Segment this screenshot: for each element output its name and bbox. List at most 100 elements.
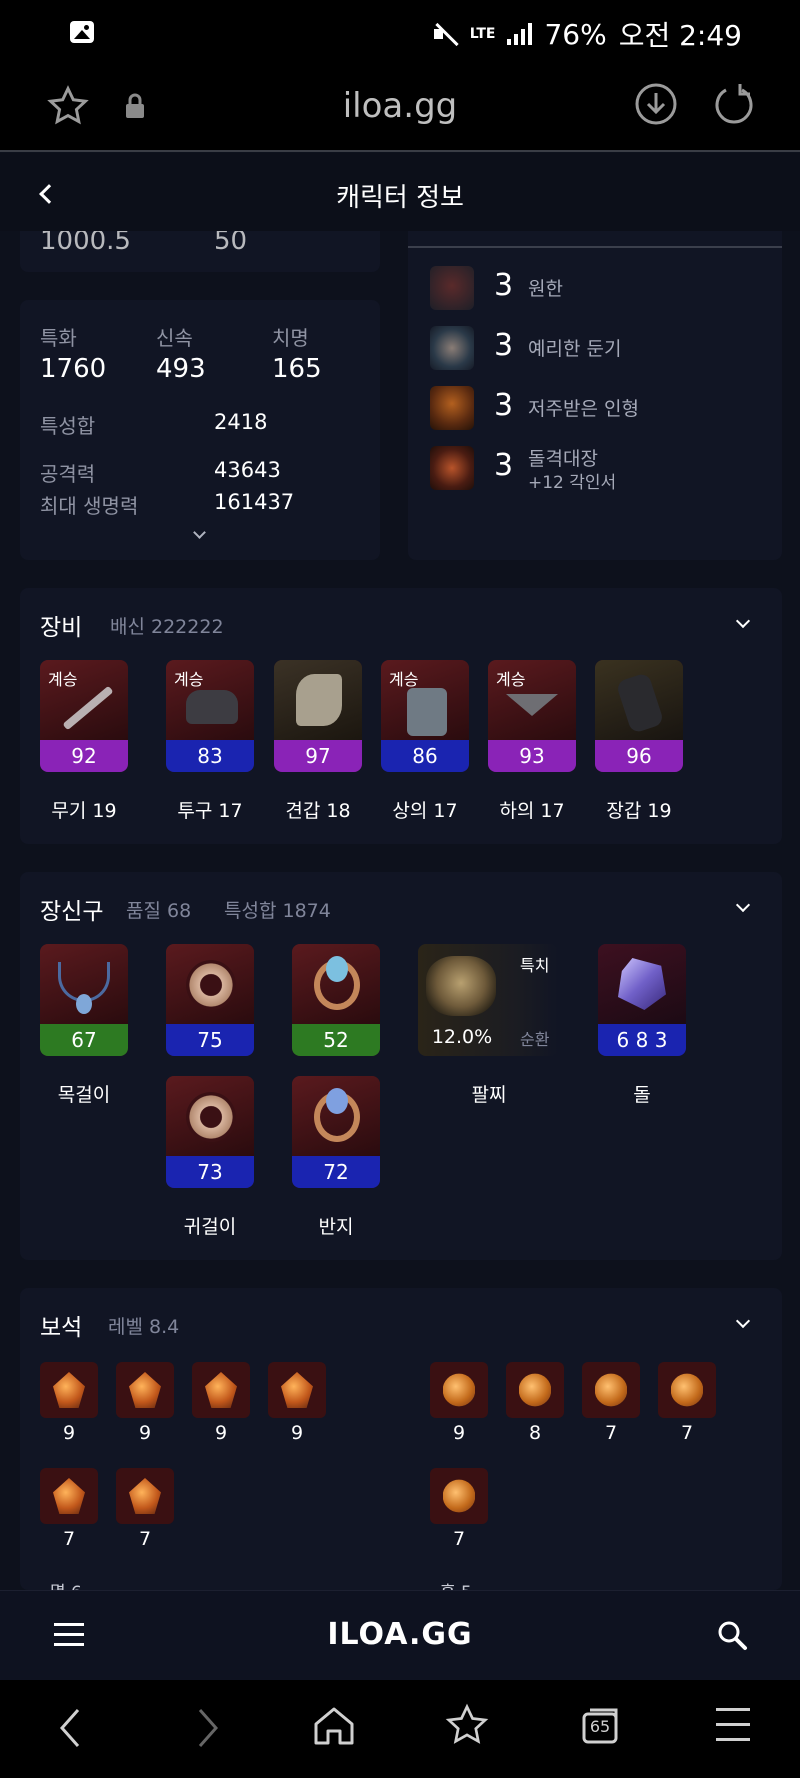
accessories-quality: 품질 68 [126,900,192,922]
expand-stats-icon[interactable] [193,526,206,539]
gem-right-2[interactable]: 8 [506,1362,564,1450]
url-text[interactable]: iloa.gg [0,86,800,126]
total-stat-value: 2418 [214,410,268,434]
acc-earring-2[interactable]: 73 [166,1076,254,1188]
equip-shoulder-label: 견갑 18 [285,800,351,822]
quality-bar: 93 [488,740,576,772]
gem-left-1[interactable]: 9 [40,1362,98,1450]
acc-ring-1[interactable]: 52 [292,944,380,1056]
acc-stone[interactable]: 6 8 3 [598,944,686,1056]
refresh-icon[interactable] [710,80,758,128]
brand-logo[interactable]: ILOA.GG [0,1617,800,1652]
bracelet-tag-2: 순환 [520,1030,550,1049]
acc-bracelet[interactable]: 12.0% 특치 순환 [418,944,558,1056]
acc-necklace[interactable]: 67 [40,944,128,1056]
bracelet-tag-1: 특치 [520,956,550,975]
bracelet-label: 팔찌 [471,1084,507,1106]
engraving-name-2: 예리한 둔기 [528,338,622,360]
tabs-icon[interactable]: 65 [578,1704,622,1748]
back-nav-icon[interactable] [52,1706,92,1750]
gem-right-1[interactable]: 9 [430,1362,488,1450]
battery-level: 76% [544,17,607,51]
search-icon[interactable] [716,1619,748,1651]
quality-bar: 75 [166,1024,254,1056]
gem-right-3[interactable]: 7 [582,1362,640,1450]
earring-image [166,944,254,1024]
engraving-name-4: 돌격대장 [528,448,598,470]
engraving-icon-2 [430,326,474,370]
quality-bar: 86 [381,740,469,772]
inherit-tag: 계승 [389,670,419,689]
engraving-icon-1 [430,266,474,310]
equip-helmet[interactable]: 계승 83 [166,660,254,772]
mute-icon [432,21,458,47]
gems-subtitle: 레벨 8.4 [108,1316,180,1338]
gem-right-4[interactable]: 7 [658,1362,716,1450]
total-stat-label: 특성합 [40,414,96,438]
equip-chest[interactable]: 계승 86 [381,660,469,772]
inherit-tag: 계승 [174,670,204,689]
equip-gloves[interactable]: 96 [595,660,683,772]
status-bar: LTE 76% 오전 2:49 [0,0,800,64]
browser-menu-icon[interactable] [716,1708,750,1742]
quality-bar: 52 [292,1024,380,1056]
equip-shoulder[interactable]: 97 [274,660,362,772]
download-icon[interactable] [632,80,680,128]
stat-value-3: 165 [272,354,322,384]
accessories-title: 장신구 [40,899,104,925]
gem-right-5[interactable]: 7 [430,1468,488,1556]
accessories-stat-sum: 특성합 1874 [224,900,331,922]
stone-image [598,944,686,1024]
stat-value-2: 493 [156,354,206,384]
gems-card: 보석 레벨 8.4 9 9 9 9 7 7 9 8 7 7 7 멸 6 홍 5 [20,1288,782,1603]
divider [408,246,782,248]
gem-left-3[interactable]: 9 [192,1362,250,1450]
equip-weapon[interactable]: 계승 92 [40,660,128,772]
engraving-sub-4: +12 각인서 [528,473,617,493]
gem-left-6[interactable]: 7 [116,1468,174,1556]
gem-left-4[interactable]: 9 [268,1362,326,1450]
equip-pants-label: 하의 17 [499,800,565,822]
gems-title: 보석 [40,1315,83,1341]
necklace-label: 목걸이 [57,1084,111,1106]
engraving-level-4: 3 [494,448,514,483]
acc-ring-2[interactable]: 72 [292,1076,380,1188]
quality-bar: 92 [40,740,128,772]
engraving-name-1: 원한 [528,278,563,300]
gem-left-5[interactable]: 7 [40,1468,98,1556]
app-header: 캐릭터 정보 [0,153,800,231]
gloves-image [595,660,683,740]
page-title: 캐릭터 정보 [336,183,464,213]
gem-left-2[interactable]: 9 [116,1362,174,1450]
quality-bar: 97 [274,740,362,772]
forward-nav-icon[interactable] [186,1706,226,1750]
home-icon[interactable] [312,1704,356,1748]
gems-collapse-icon[interactable] [735,1313,751,1329]
clock: 오전 2:49 [618,19,742,52]
stats-card: 특화 1760 신속 493 치명 165 특성합 2418 공격력 43643… [20,300,380,560]
bookmarks-icon[interactable] [444,1702,490,1748]
accessories-collapse-icon[interactable] [735,897,751,913]
accessories-card: 장신구 품질 68 특성합 1874 67 목걸이 75 52 73 귀걸이 7… [20,872,782,1260]
stat-label-3: 치명 [272,326,309,350]
signal-icon [507,23,533,45]
app-bottom-bar: ILOA.GG [0,1590,800,1680]
quality-bar: 67 [40,1024,128,1056]
equip-pants[interactable]: 계승 93 [488,660,576,772]
inherit-tag: 계승 [48,670,78,689]
engraving-icon-4 [430,446,474,490]
equipment-card: 장비 배신 222222 계승 92 무기 19 계승 83 투구 17 97 … [20,588,782,844]
acc-earring-1[interactable]: 75 [166,944,254,1056]
quality-bar: 73 [166,1156,254,1188]
stone-label: 돌 [633,1084,651,1106]
engraving-level-1: 3 [494,268,514,303]
hp-value: 161437 [214,490,295,514]
tab-count: 65 [589,1717,611,1736]
engraving-level-2: 3 [494,328,514,363]
equipment-title: 장비 [40,615,83,641]
equipment-collapse-icon[interactable] [735,613,751,629]
attack-value: 43643 [214,458,281,482]
attack-label: 공격력 [40,462,96,486]
engraving-level-3: 3 [494,388,514,423]
stone-bar: 6 8 3 [598,1024,686,1056]
